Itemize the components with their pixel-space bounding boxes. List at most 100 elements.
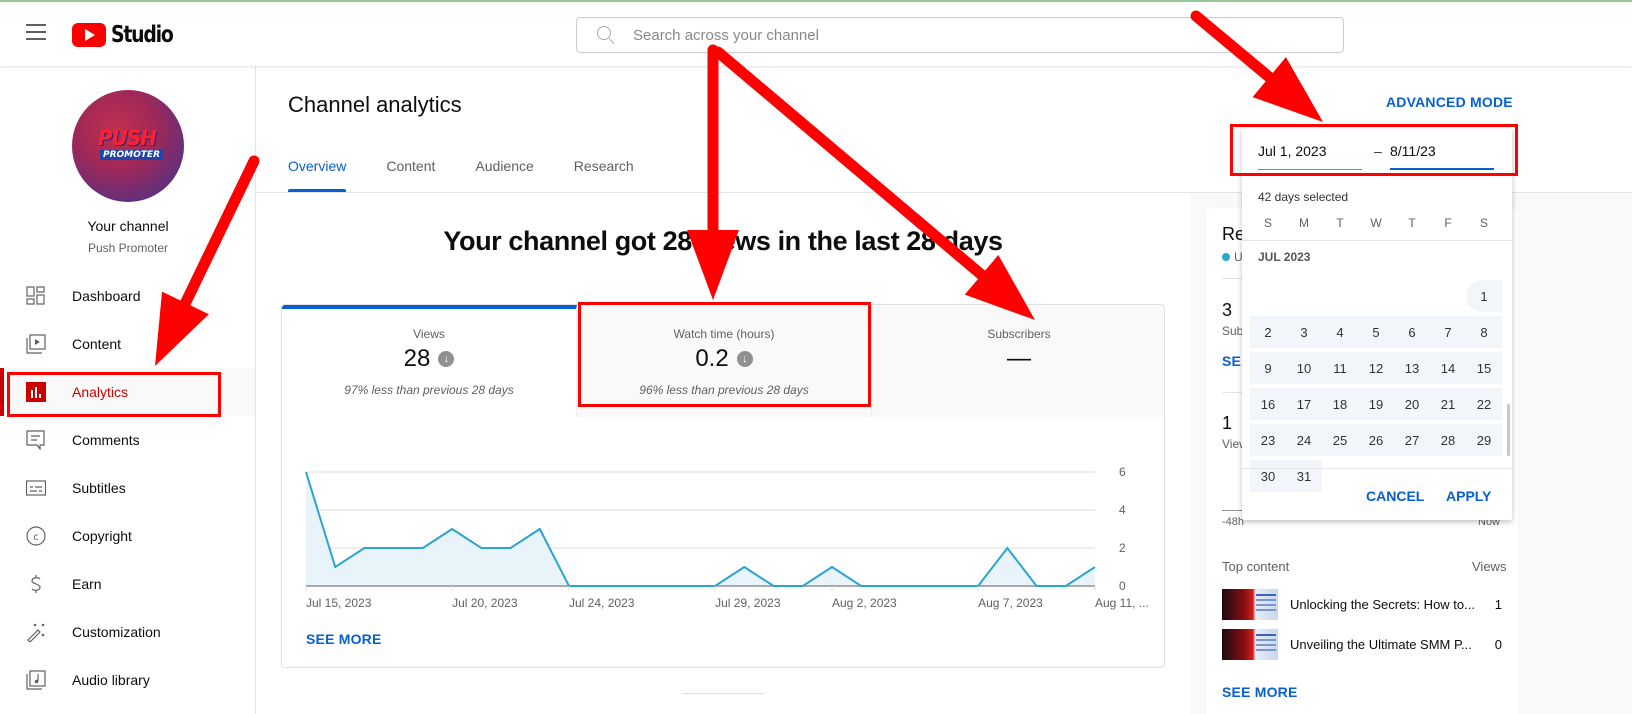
calendar-day[interactable]: 23 — [1250, 424, 1286, 456]
sidebar-item-label: Analytics — [72, 384, 129, 400]
calendar-day[interactable]: 10 — [1286, 352, 1322, 384]
calendar-month-label: JUL 2023 — [1258, 250, 1311, 264]
calendar-day[interactable]: 4 — [1322, 316, 1358, 348]
calendar-day[interactable]: 8 — [1466, 316, 1502, 348]
calendar-day[interactable]: 30 — [1250, 460, 1286, 492]
realtime-subscribers-value: 3 — [1222, 300, 1233, 320]
x-tick-label: Jul 29, 2023 — [715, 596, 781, 610]
your-channel-label: Your channel — [87, 218, 169, 234]
start-date-input[interactable]: Jul 1, 2023 — [1258, 140, 1362, 170]
sidebar-item-earn[interactable]: Earn — [0, 560, 255, 608]
studio-logo-text: Studio — [111, 22, 174, 48]
search-bar[interactable] — [576, 17, 1344, 53]
views-chart: 0 2 4 6 Jul 15, 2023 Jul 20, 2023 Jul 24, 2023… — [305, 465, 1149, 610]
realtime-live-indicator: U — [1222, 250, 1243, 264]
calendar-day[interactable]: 27 — [1394, 424, 1430, 456]
calendar-day[interactable]: 22 — [1466, 388, 1502, 420]
calendar-day[interactable]: 15 — [1466, 352, 1502, 384]
calendar-day[interactable]: 5 — [1358, 316, 1394, 348]
calendar-day[interactable]: 25 — [1322, 424, 1358, 456]
calendar-day[interactable]: 7 — [1430, 316, 1466, 348]
channel-avatar[interactable]: PUSH PROMOTER — [72, 90, 184, 202]
end-date-input[interactable]: 8/11/23 — [1390, 140, 1494, 170]
tab-research[interactable]: Research — [574, 158, 634, 192]
tab-audience[interactable]: Audience — [475, 158, 533, 192]
calendar-month-row-spacer — [1394, 244, 1430, 276]
advanced-mode-button[interactable]: ADVANCED MODE — [1386, 94, 1513, 110]
calendar-day[interactable]: 14 — [1430, 352, 1466, 384]
sidebar-item-label: Comments — [72, 432, 140, 448]
calendar-day[interactable]: 9 — [1250, 352, 1286, 384]
calendar-empty-cell — [1286, 280, 1322, 312]
top-content-label: Top content — [1222, 559, 1290, 574]
cancel-button[interactable]: CANCEL — [1366, 488, 1424, 504]
calendar-day[interactable]: 16 — [1250, 388, 1286, 420]
tab-overview[interactable]: Overview — [288, 158, 347, 192]
calendar-day[interactable]: 13 — [1394, 352, 1430, 384]
sidebar-item-analytics[interactable]: Analytics — [0, 368, 255, 416]
calendar-day[interactable]: 28 — [1430, 424, 1466, 456]
channel-name: Push Promoter — [87, 241, 169, 255]
studio-logo[interactable]: Studio — [72, 22, 186, 48]
sidebar-item-copyright[interactable]: c Copyright — [0, 512, 255, 560]
arrow-to-date-range-head — [1252, 57, 1323, 123]
calendar-day[interactable]: 29 — [1466, 424, 1502, 456]
divider — [1242, 468, 1512, 469]
calendar-day[interactable]: 2 — [1250, 316, 1286, 348]
top-content-views-header: Views — [1472, 559, 1507, 574]
audio-library-icon — [26, 670, 46, 690]
sidebar-item-content[interactable]: Content — [0, 320, 255, 368]
calendar-day[interactable]: 20 — [1394, 388, 1430, 420]
menu-icon[interactable] — [26, 24, 46, 40]
calendar-day[interactable]: 11 — [1322, 352, 1358, 384]
calendar-day[interactable]: 6 — [1394, 316, 1430, 348]
calendar-day[interactable]: 3 — [1286, 316, 1322, 348]
sidebar-item-customization[interactable]: Customization — [0, 608, 255, 656]
sidebar-item-audio-library[interactable]: Audio library — [0, 656, 255, 704]
video-views: 0 — [1494, 636, 1502, 652]
weekday-label: W — [1370, 216, 1382, 230]
realtime-views-value: 1 — [1222, 413, 1233, 433]
calendar-day[interactable]: 21 — [1430, 388, 1466, 420]
customization-icon — [27, 623, 45, 642]
page-title: Channel analytics — [288, 92, 462, 117]
calendar-empty-cell — [1322, 280, 1358, 312]
calendar-scrollbar[interactable] — [1507, 404, 1510, 456]
calendar-day[interactable]: 31 — [1286, 460, 1322, 492]
x-tick-label: Aug 2, 2023 — [832, 596, 897, 610]
calendar-day[interactable]: 19 — [1358, 388, 1394, 420]
calendar-empty-cell — [1430, 280, 1466, 312]
video-title: Unveiling the Ultimate SMM P... — [1290, 636, 1472, 652]
search-input[interactable] — [633, 26, 1313, 44]
top-content-item[interactable]: Unveiling the Ultimate SMM P... 0 — [1222, 628, 1502, 660]
sidebar-item-subtitles[interactable]: Subtitles — [0, 464, 255, 512]
calendar-day[interactable]: 17 — [1286, 388, 1322, 420]
y-tick-label: 2 — [1119, 541, 1126, 555]
top-content-see-more-button[interactable]: SEE MORE — [1222, 684, 1298, 700]
top-bar: Studio — [0, 2, 1632, 66]
apply-button[interactable]: APPLY — [1446, 488, 1491, 504]
see-more-button[interactable]: SEE MORE — [306, 631, 382, 647]
weekday-header: SMTWTFS — [1250, 216, 1502, 230]
top-content-item[interactable]: Unlocking the Secrets: How to... 1 — [1222, 588, 1502, 620]
calendar-day[interactable]: 26 — [1358, 424, 1394, 456]
calendar-day[interactable]: 12 — [1358, 352, 1394, 384]
realtime-axis-start: -48h — [1222, 516, 1245, 528]
calendar-day[interactable]: 18 — [1322, 388, 1358, 420]
calendar-day[interactable]: 24 — [1286, 424, 1322, 456]
analytics-icon — [26, 382, 46, 402]
tab-content[interactable]: Content — [386, 158, 435, 192]
sidebar-item-dashboard[interactable]: Dashboard — [0, 272, 255, 320]
svg-text:c: c — [33, 532, 39, 543]
analytics-tabs: Overview Content Audience Research — [288, 158, 674, 192]
dashboard-icon — [26, 286, 45, 305]
calendar-day[interactable]: 1 — [1466, 280, 1502, 312]
search-icon — [595, 24, 617, 46]
sidebar: PUSH PROMOTER Your channel Push Promoter… — [0, 66, 256, 714]
sidebar-item-comments[interactable]: Comments — [0, 416, 255, 464]
video-title: Unlocking the Secrets: How to... — [1290, 596, 1475, 612]
comments-icon — [26, 430, 45, 450]
calendar-month-row-spacer — [1430, 244, 1466, 276]
avatar-text-promoter: PROMOTER — [100, 150, 164, 160]
calendar-grid: 1 2 3 4 5 6 7 8 9 10 11 12 13 14 15 16 17 18 19 20 21 22 23 24 2… — [1250, 242, 1502, 494]
